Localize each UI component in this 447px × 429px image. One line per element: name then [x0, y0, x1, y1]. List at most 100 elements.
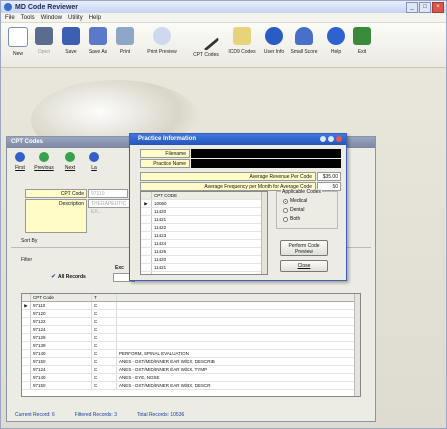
row-selector-icon: ▶: [141, 200, 152, 207]
menu-window[interactable]: Window: [41, 15, 62, 21]
new-doc-icon: [8, 27, 28, 47]
info-icon: [265, 27, 283, 45]
magnifier-icon: [153, 27, 171, 45]
filename-field-redacted[interactable]: [191, 149, 341, 158]
radio-icon: [283, 207, 288, 213]
list-item[interactable]: ▶ 10060: [141, 200, 267, 208]
code-list-header: CPT CODE: [141, 192, 267, 200]
list-item[interactable]: 11420: [141, 208, 267, 216]
perform-code-preview-button[interactable]: Perform Code Preview: [280, 240, 328, 256]
check-icon: ✔: [51, 274, 57, 280]
user-icon: [295, 27, 313, 45]
list-item[interactable]: 11423: [141, 232, 267, 240]
column-header-type[interactable]: T: [92, 294, 117, 301]
title-bar[interactable]: MD Code Reviewer _ □ ×: [1, 1, 446, 13]
next-button[interactable]: Next: [59, 152, 81, 171]
print-button[interactable]: Print: [110, 27, 140, 55]
all-records-checkbox[interactable]: ✔ All Records: [51, 273, 86, 281]
close-button[interactable]: ×: [432, 2, 444, 13]
exclude-label: Exc: [115, 265, 124, 271]
save-as-button[interactable]: Save As: [83, 27, 113, 55]
previous-button[interactable]: Previous: [33, 152, 55, 171]
cpt-code-field[interactable]: 97110: [88, 189, 128, 198]
both-radio[interactable]: Both: [283, 216, 300, 222]
last-arrow-icon: [89, 152, 99, 162]
open-folder-icon: [35, 27, 53, 45]
close-dialog-button[interactable]: Close: [280, 260, 328, 272]
exit-door-icon: [353, 27, 371, 45]
menu-help[interactable]: Help: [89, 15, 101, 21]
table-row[interactable]: 97140 C PERFORM, SPINAL EVALUATION: [22, 350, 360, 358]
table-row[interactable]: 97122 C: [22, 318, 360, 326]
sort-by-label: Sort By: [21, 238, 38, 244]
app-icon: [4, 3, 12, 11]
maximize-button[interactable]: □: [419, 2, 431, 13]
save-icon: [62, 27, 80, 45]
previous-arrow-icon: [39, 152, 49, 162]
list-item[interactable]: 11420: [141, 256, 267, 264]
description-field[interactable]: THERAPEUTIC EX...: [88, 199, 132, 215]
filtered-records: Filtered Records: 3: [74, 412, 117, 418]
dental-radio[interactable]: Dental: [283, 207, 304, 213]
menu-tools[interactable]: Tools: [21, 15, 35, 21]
list-item[interactable]: 11421: [141, 264, 267, 272]
dialog-minimize-button[interactable]: [320, 136, 326, 142]
description-label: Description: [25, 199, 87, 233]
practice-code-list: CPT CODE ▶ 10060 11420 11421 11422 11423 …: [140, 191, 268, 275]
menu-utility[interactable]: Utility: [68, 15, 83, 21]
current-record: Current Record: 6: [15, 412, 55, 418]
list-item[interactable]: 11421: [141, 216, 267, 224]
table-row[interactable]: 97120 C: [22, 310, 360, 318]
table-row[interactable]: 97129 C: [22, 334, 360, 342]
save-as-icon: [89, 27, 107, 45]
book-icon: [233, 27, 251, 45]
radio-selected-icon: [283, 198, 288, 204]
row-selector-icon: ▶: [22, 302, 31, 309]
cpt-code-label: CPT Code: [25, 189, 87, 198]
small-score-button[interactable]: Small Score: [285, 27, 323, 55]
dialog-title-bar[interactable]: Practice Information: [130, 134, 346, 145]
practice-name-label: Practice Name: [140, 159, 190, 168]
exit-button[interactable]: Exit: [347, 27, 377, 55]
open-button[interactable]: Open: [29, 27, 59, 55]
cpt-codes-button[interactable]: CPT Codes: [187, 23, 225, 58]
table-row[interactable]: 97124 C: [22, 326, 360, 334]
radio-icon: [283, 216, 288, 222]
list-item[interactable]: 11422: [141, 272, 267, 274]
code-list-scrollbar[interactable]: [261, 192, 267, 274]
menu-file[interactable]: File: [5, 15, 15, 21]
first-button[interactable]: First: [9, 152, 31, 171]
help-icon: [327, 27, 345, 45]
icd9-codes-button[interactable]: ICD9 Codes: [223, 27, 261, 55]
print-preview-button[interactable]: Print Preview: [140, 27, 184, 55]
printer-icon: [116, 27, 134, 45]
avg-revenue-field[interactable]: $35.00: [317, 172, 341, 181]
last-button[interactable]: La: [83, 152, 105, 171]
practice-name-field-redacted[interactable]: [191, 159, 341, 168]
filename-label: Filename: [140, 149, 190, 158]
column-header-description[interactable]: [117, 294, 360, 301]
dialog-close-button[interactable]: [336, 136, 342, 142]
pencil-icon: [192, 23, 220, 52]
table-row[interactable]: 97150 C ANES - DXT/MID/INNER EAR W/BX, DES…: [22, 382, 360, 390]
save-button[interactable]: Save: [56, 27, 86, 55]
list-item[interactable]: 11422: [141, 224, 267, 232]
filter-label: Filter: [21, 257, 33, 263]
main-window: MD Code Reviewer _ □ × File Tools Window…: [0, 0, 447, 429]
avg-revenue-label: Average Revenue Per Code: [140, 172, 316, 181]
column-header-cpt-code[interactable]: CPT Code: [31, 294, 92, 301]
table-row[interactable]: 97140 C ANES - EYE, NOSE: [22, 374, 360, 382]
list-item[interactable]: 11424: [141, 240, 267, 248]
cpt-grid: CPT Code T ▶ 97110 C 97120 C 97122 C 97124 C …: [21, 293, 361, 397]
table-row[interactable]: ▶ 97110 C: [22, 302, 360, 310]
table-row[interactable]: 97150 C ANES - DXT/MID/INNER EAR W/EX, DES…: [22, 358, 360, 366]
table-row[interactable]: 97139 C: [22, 342, 360, 350]
table-row[interactable]: 97124 C ANES - DXT/MID/INNER EAR W/EX, TYM…: [22, 366, 360, 374]
menu-bar: File Tools Window Utility Help: [1, 13, 446, 23]
dialog-maximize-button[interactable]: [328, 136, 334, 142]
grid-scrollbar[interactable]: [354, 294, 360, 396]
first-arrow-icon: [15, 152, 25, 162]
minimize-button[interactable]: _: [406, 2, 418, 13]
medical-radio[interactable]: Medical: [283, 198, 307, 204]
list-item[interactable]: 11426: [141, 248, 267, 256]
